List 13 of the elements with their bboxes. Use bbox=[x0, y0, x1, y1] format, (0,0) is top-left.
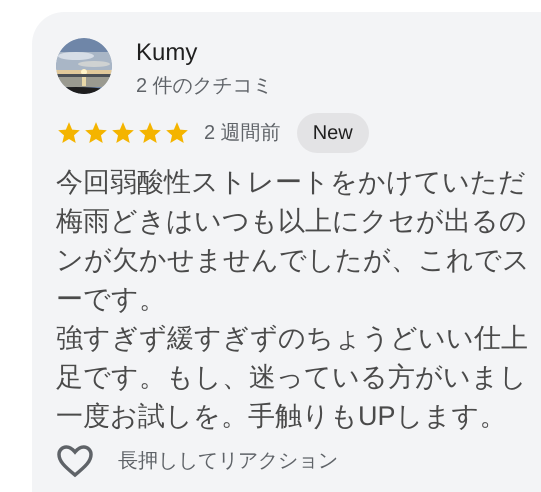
review-text-line: 一度お試しを。手触りもUPします。 bbox=[56, 400, 508, 433]
author-name[interactable]: Kumy bbox=[136, 36, 273, 70]
review-time: 2 週間前 bbox=[204, 121, 281, 146]
review-text-line: ーです。 bbox=[56, 283, 167, 316]
reaction-hint: 長押ししてリアクション bbox=[118, 449, 338, 474]
heart-icon[interactable] bbox=[56, 444, 94, 478]
review-count: 2 件のクチコミ bbox=[136, 74, 273, 99]
new-badge: New bbox=[296, 113, 369, 153]
review-text-line: 足です。もし、迷っている方がいまし bbox=[56, 361, 528, 394]
review-text-line: 梅雨どきはいつも以上にクセが出るの bbox=[56, 205, 528, 238]
review-text-line: ンが欠かせませんでしたが、これでス bbox=[56, 244, 531, 277]
review-text-line: 今回弱酸性ストレートをかけていただ bbox=[56, 166, 527, 199]
review-text-line: 強すぎず緩すぎずのちょうどいい仕上 bbox=[56, 322, 529, 355]
